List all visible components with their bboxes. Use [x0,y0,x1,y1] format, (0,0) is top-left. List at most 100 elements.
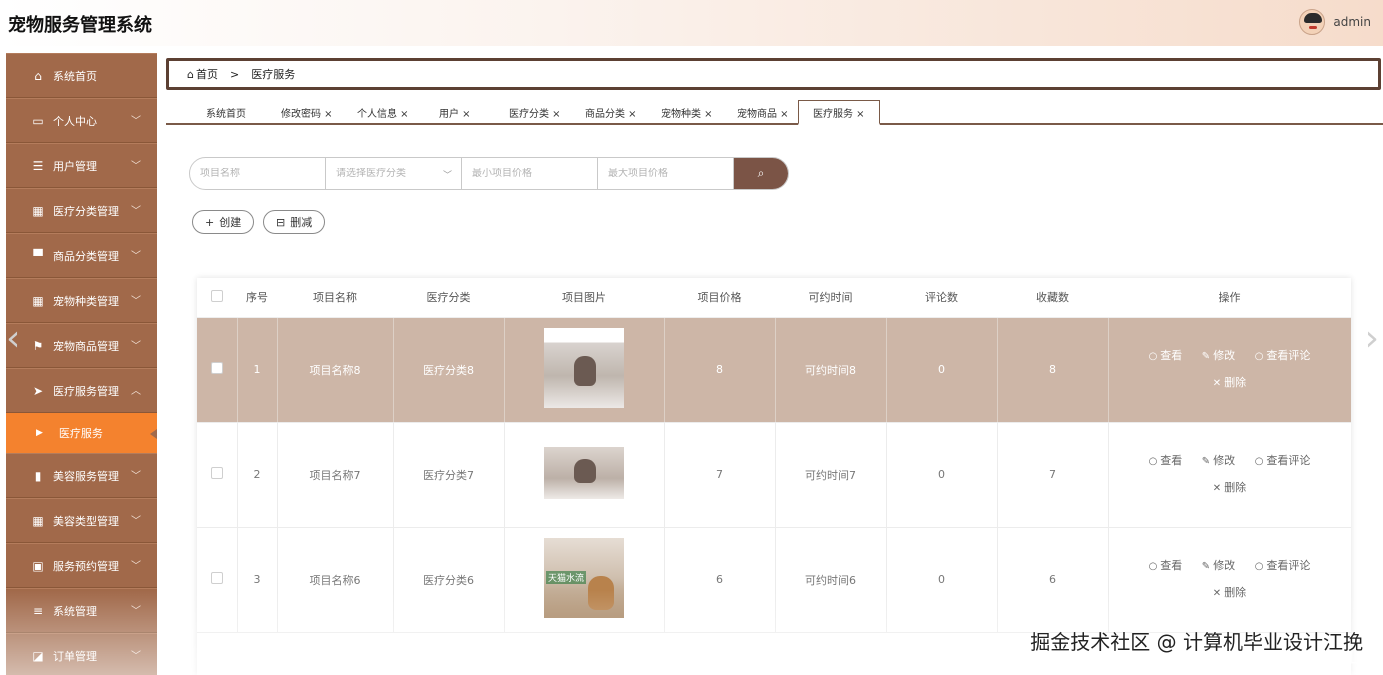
edit-label: 修改 [1213,453,1236,467]
edit-button[interactable]: ✎ 修改 [1202,454,1235,467]
close-icon: ✕ [1212,377,1222,389]
sidebar-item-beauty-type[interactable]: ▦ 美容类型管理 ﹀ [6,498,157,543]
row-select-cell[interactable] [197,527,238,633]
sidebar-item-home[interactable]: ⌂ 系统首页 [6,53,157,98]
sidebar-item-pet-species[interactable]: ▦ 宠物种类管理 ﹀ [6,278,157,323]
view-label: 查看 [1160,558,1183,572]
chevron-down-icon: ﹀ [131,606,141,617]
cell-name: 项目名称8 [277,317,394,423]
column-header: 项目图片 [504,278,664,318]
delete-label: 删减 [290,216,313,229]
row-checkbox[interactable] [210,572,223,584]
tab-pet-species[interactable]: 宠物种类 × [661,101,713,123]
sidebar-item-label: 宠物种类管理 [53,294,119,308]
search-icon: ○ [1254,350,1264,362]
user-menu[interactable]: admin [1299,9,1371,35]
tab-personal-info[interactable]: 个人信息 × [357,101,409,123]
table-row[interactable]: 3 项目名称6 医疗分类6 天猫水流 6 可约时间6 0 6 ○ 查看 ✎ 修改 ○… [197,527,1351,633]
tab-product-category[interactable]: 商品分类 × [585,101,637,123]
sidebar-item-system[interactable]: ≡ 系统管理 ﹀ [6,588,157,633]
column-header: 操作 [1108,278,1351,318]
sidebar-item-label: 医疗服务管理 [53,384,119,398]
row-delete-button[interactable]: ✕ 删除 [1213,586,1246,599]
search-button[interactable]: ⌕ [734,158,788,189]
table-row[interactable]: 2 项目名称7 医疗分类7 7 可约时间7 0 7 ○ 查看 ✎ 修改 ○ 查看评论 … [197,422,1351,528]
project-name-field[interactable] [190,158,326,189]
tab-medical-category[interactable]: 医疗分类 × [509,101,561,123]
row-select-cell[interactable] [197,422,238,528]
sidebar-item-user-management[interactable]: ☰ 用户管理 ﹀ [6,143,157,188]
chevron-left-icon[interactable]: ‹ [6,318,20,359]
column-header: 项目价格 [664,278,775,318]
view-button[interactable]: ○ 查看 [1149,454,1183,467]
view-comments-button[interactable]: ○ 查看评论 [1255,559,1311,572]
view-button[interactable]: ○ 查看 [1149,559,1183,572]
username[interactable]: admin [1333,15,1371,29]
row-checkbox[interactable] [210,467,223,479]
min-price-field[interactable] [462,158,598,189]
flag-icon: ⚑ [32,338,44,353]
row-checkbox[interactable] [210,362,223,374]
breadcrumb-home[interactable]: 首页 [196,66,218,82]
cell-comments: 0 [886,422,998,528]
tab-home[interactable]: 系统首页 [206,101,246,123]
cell-name: 项目名称6 [277,527,394,633]
bar-chart-icon: ▮ [34,468,42,483]
tab-pet-products[interactable]: 宠物商品 × [737,101,789,123]
tab-change-password[interactable]: 修改密码 × [281,101,333,123]
breadcrumb-current: 医疗服务 [251,68,296,81]
cell-comments: 0 [886,527,998,633]
project-name-input[interactable] [200,168,325,179]
view-label: 查看 [1160,348,1183,362]
sidebar-item-label: 医疗分类管理 [53,204,119,218]
chevron-down-icon: ﹀ [131,561,141,572]
dog-figure [574,356,596,386]
project-image [544,328,624,408]
ops-group: ○ 查看 ✎ 修改 ○ 查看评论 ✕ 删除 [1109,343,1351,397]
search-icon: ○ [1254,455,1264,467]
sidebar-item-medical-category[interactable]: ▦ 医疗分类管理 ﹀ [6,188,157,233]
sidebar-item-pet-products[interactable]: ⚑ 宠物商品管理 ﹀ [6,323,157,368]
home-icon[interactable]: ⌂ [187,68,194,81]
table-row[interactable]: 1 项目名称8 医疗分类8 8 可约时间8 0 8 ○ 查看 ✎ 修改 ○ 查看评论 … [197,317,1351,423]
view-comments-label: 查看评论 [1266,558,1311,572]
edit-label: 修改 [1213,558,1236,572]
medical-category-select[interactable]: ﹀ [326,158,462,189]
tab-medical-service[interactable]: 医疗服务 × [798,100,880,125]
avatar[interactable] [1299,9,1326,35]
sidebar-item-personal-center[interactable]: ▭ 个人中心 ﹀ [6,98,157,143]
app-title: 宠物服务管理系统 [8,15,152,36]
view-button[interactable]: ○ 查看 [1149,349,1183,362]
max-price-input[interactable] [608,168,733,179]
edit-label: 修改 [1213,348,1236,362]
tab-users[interactable]: 用户 × [439,101,471,123]
cell-ops: ○ 查看 ✎ 修改 ○ 查看评论 ✕ 删除 [1108,527,1351,633]
sidebar-item-beauty-service[interactable]: ▮ 美容服务管理 ﹀ [6,453,157,498]
chevron-right-icon[interactable]: › [1365,318,1379,359]
sidebar-item-orders[interactable]: ◪ 订单管理 ﹀ [6,633,157,675]
select-all-checkbox[interactable] [211,289,223,302]
sidebar-subitem-medical-service[interactable]: ▶ 医疗服务 [6,413,157,453]
min-price-input[interactable] [472,168,597,179]
select-all-cell[interactable] [197,278,237,318]
max-price-field[interactable] [598,158,734,189]
view-comments-button[interactable]: ○ 查看评论 [1255,349,1311,362]
project-image [544,447,624,499]
ops-group: ○ 查看 ✎ 修改 ○ 查看评论 ✕ 删除 [1109,448,1351,502]
sidebar-item-product-category[interactable]: ▀ 商品分类管理 ﹀ [6,233,157,278]
sidebar-item-appointment[interactable]: ▣ 服务预约管理 ﹀ [6,543,157,588]
chevron-down-icon: ﹀ [131,651,141,662]
create-button[interactable]: + 创建 [192,210,255,234]
delete-button[interactable]: ⊟ 删减 [263,210,326,234]
row-delete-button[interactable]: ✕ 删除 [1213,376,1246,389]
row-select-cell[interactable] [197,317,238,423]
chevron-down-icon: ﹀ [131,296,141,307]
edit-button[interactable]: ✎ 修改 [1202,349,1235,362]
view-comments-button[interactable]: ○ 查看评论 [1255,454,1311,467]
sidebar-item-medical-service[interactable]: ➤ 医疗服务管理 ︿ [6,368,157,413]
row-delete-button[interactable]: ✕ 删除 [1213,481,1246,494]
pencil-icon: ✎ [1201,455,1211,467]
sidebar-item-label: 美容类型管理 [53,514,119,528]
cell-favorites: 7 [997,422,1109,528]
edit-button[interactable]: ✎ 修改 [1202,559,1235,572]
